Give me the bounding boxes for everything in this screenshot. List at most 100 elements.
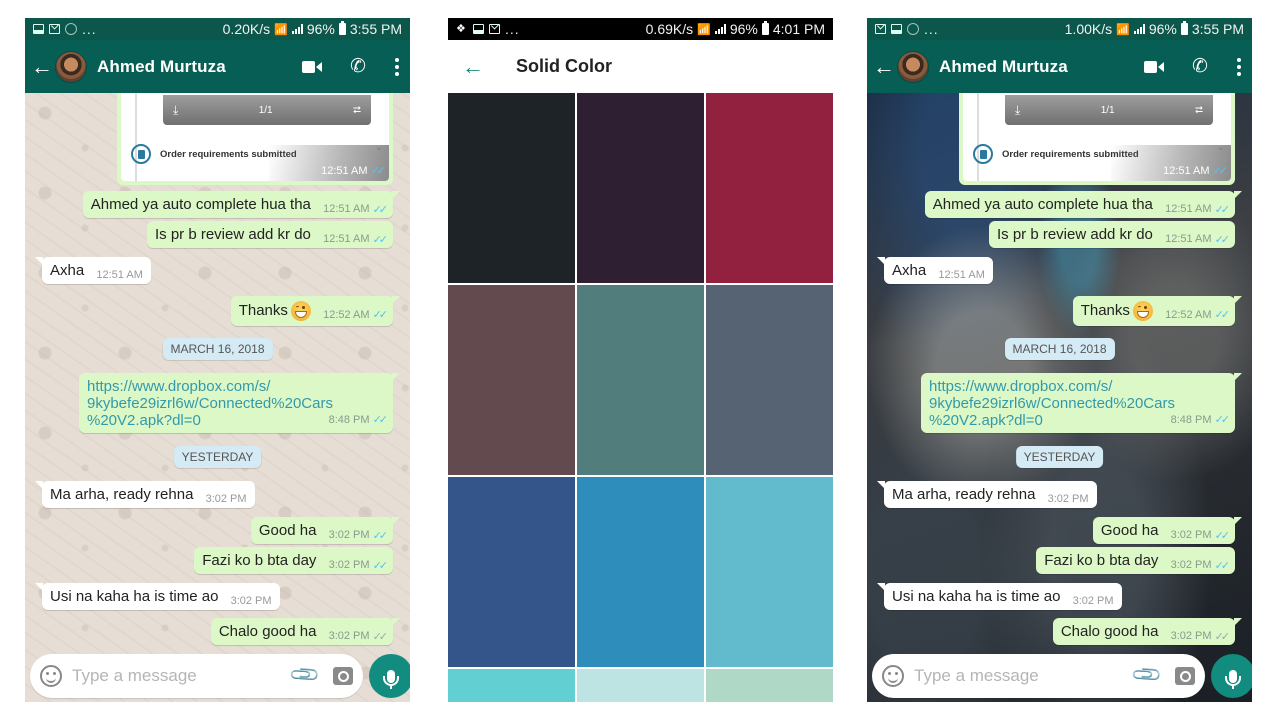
- grinning-face-emoji-icon: [1132, 301, 1153, 321]
- message-bubble-incoming[interactable]: Axha 12:51 AM: [35, 257, 151, 284]
- signal-icon: [291, 24, 303, 34]
- emoji-icon[interactable]: [882, 665, 904, 687]
- chat-screen-default-wallpaper: ... 0.20K/s 📶 96% 3:55 PM ← Ahmed Murtuz…: [25, 18, 410, 702]
- document-message[interactable]: ⤓ 1/1 ⮂ Order requirements submitted ⌄ 1…: [959, 93, 1235, 185]
- mail-icon: [875, 24, 886, 34]
- message-text: Fazi ko b bta day: [202, 552, 317, 569]
- wifi-icon: 📶: [697, 23, 711, 36]
- message-text: Chalo good ha: [1060, 623, 1159, 640]
- color-swatch[interactable]: [706, 669, 833, 702]
- share-icon[interactable]: ⮂: [1195, 105, 1203, 116]
- message-text: Ahmed ya auto complete hua tha: [90, 196, 311, 213]
- message-text: Axha: [892, 262, 927, 279]
- page-indicator: 1/1: [258, 104, 273, 116]
- read-ticks-icon: ✓✓: [372, 559, 389, 572]
- voice-call-icon[interactable]: ✆: [1190, 56, 1210, 77]
- contact-avatar[interactable]: [55, 50, 87, 83]
- message-time: 8:48 PM: [1170, 414, 1212, 426]
- contact-avatar[interactable]: [897, 50, 929, 83]
- color-swatch[interactable]: [706, 477, 833, 667]
- attachment-icon[interactable]: 📎: [288, 658, 321, 691]
- color-swatch[interactable]: [577, 477, 704, 667]
- color-swatch[interactable]: [706, 285, 833, 475]
- color-swatch[interactable]: [448, 285, 575, 475]
- document-message[interactable]: ⤓ 1/1 ⮂ Order requirements submitted ⌄ 1…: [117, 93, 393, 185]
- message-time: 3:02 PM: [1170, 529, 1212, 541]
- dropbox-icon: ❖: [456, 23, 466, 35]
- chat-bubble-icon: [65, 23, 77, 35]
- message-bubble-outgoing[interactable]: Is pr b review add kr do 12:51 AM ✓✓: [147, 221, 393, 248]
- battery-percent: 96%: [306, 21, 335, 37]
- signal-icon: [714, 24, 726, 34]
- app-bar: ← Solid Color: [448, 40, 833, 93]
- read-ticks-icon: ✓✓: [1214, 559, 1231, 572]
- attachment-icon[interactable]: 📎: [1130, 658, 1163, 691]
- share-icon[interactable]: ⮂: [353, 105, 361, 116]
- network-speed: 0.69K/s: [645, 21, 694, 37]
- image-icon: [473, 24, 484, 34]
- emoji-icon[interactable]: [40, 665, 62, 687]
- message-bubble-outgoing[interactable]: https://www.dropbox.com/s/ 9kybefe29izrl…: [921, 373, 1242, 433]
- message-time: 12:51 AM: [323, 203, 370, 215]
- message-bubble-outgoing[interactable]: Good ha 3:02 PM ✓✓: [250, 517, 401, 544]
- back-arrow-icon[interactable]: ←: [873, 54, 895, 80]
- date-separator: YESTERDAY: [1015, 446, 1104, 468]
- camera-icon[interactable]: [333, 667, 353, 685]
- camera-icon[interactable]: [1175, 667, 1195, 685]
- message-bubble-outgoing[interactable]: Fazi ko b bta day 3:02 PM ✓✓: [1036, 547, 1235, 574]
- message-bubble-outgoing[interactable]: Chalo good ha 3:02 PM ✓✓: [210, 618, 401, 645]
- message-bubble-incoming[interactable]: Usi na kaha ha is time ao 3:02 PM: [877, 583, 1122, 610]
- video-call-icon[interactable]: [1144, 60, 1164, 74]
- color-swatch[interactable]: [706, 93, 833, 283]
- voice-record-button[interactable]: [1211, 654, 1252, 698]
- message-input[interactable]: [914, 666, 1135, 686]
- contact-name[interactable]: Ahmed Murtuza: [97, 57, 302, 77]
- network-speed: 0.20K/s: [222, 21, 271, 37]
- message-time: 12:51 AM: [321, 164, 368, 177]
- message-bubble-outgoing[interactable]: Fazi ko b bta day 3:02 PM ✓✓: [194, 547, 393, 574]
- color-swatch[interactable]: [448, 477, 575, 667]
- color-swatch[interactable]: [448, 93, 575, 283]
- message-time: 3:02 PM: [328, 630, 370, 642]
- message-time: 3:02 PM: [1072, 595, 1114, 607]
- more-options-icon[interactable]: [394, 57, 400, 76]
- read-ticks-icon: ✓✓: [372, 529, 389, 542]
- download-icon[interactable]: ⤓: [173, 103, 178, 118]
- color-swatch[interactable]: [577, 285, 704, 475]
- color-swatch[interactable]: [577, 669, 704, 702]
- message-bubble-outgoing[interactable]: Thanks 12:52 AM ✓✓: [1072, 296, 1243, 326]
- clipboard-icon: [131, 144, 151, 164]
- message-bubble-outgoing[interactable]: https://www.dropbox.com/s/ 9kybefe29izrl…: [79, 373, 400, 433]
- message-bubble-incoming[interactable]: Usi na kaha ha is time ao 3:02 PM: [35, 583, 280, 610]
- message-input[interactable]: [72, 666, 293, 686]
- message-composer: 📎: [30, 654, 410, 698]
- message-bubble-outgoing[interactable]: Ahmed ya auto complete hua tha 12:51 AM ✓…: [82, 191, 401, 218]
- battery-percent: 96%: [729, 21, 758, 37]
- message-time: 3:02 PM: [205, 493, 247, 505]
- chat-area: ⤓ 1/1 ⮂ Order requirements submitted ⌄ 1…: [867, 93, 1252, 702]
- message-bubble-outgoing[interactable]: Chalo good ha 3:02 PM ✓✓: [1052, 618, 1243, 645]
- read-ticks-icon: ✓✓: [1214, 414, 1231, 426]
- message-bubble-outgoing[interactable]: Ahmed ya auto complete hua tha 12:51 AM ✓…: [924, 191, 1243, 218]
- message-bubble-incoming[interactable]: Axha 12:51 AM: [877, 257, 993, 284]
- chat-header: ← Ahmed Murtuza ✆: [25, 40, 410, 93]
- download-icon[interactable]: ⤓: [1015, 103, 1020, 118]
- message-time: 12:51 AM: [1163, 164, 1210, 177]
- message-bubble-outgoing[interactable]: Good ha 3:02 PM ✓✓: [1092, 517, 1243, 544]
- read-ticks-icon: ✓✓: [1214, 233, 1231, 246]
- color-swatch[interactable]: [448, 669, 575, 702]
- message-text: Fazi ko b bta day: [1044, 552, 1159, 569]
- back-arrow-icon[interactable]: ←: [462, 54, 488, 80]
- color-swatch[interactable]: [577, 93, 704, 283]
- voice-call-icon[interactable]: ✆: [348, 56, 368, 77]
- message-bubble-incoming[interactable]: Ma arha, ready rehna 3:02 PM: [35, 481, 255, 508]
- video-call-icon[interactable]: [302, 60, 322, 74]
- voice-record-button[interactable]: [369, 654, 410, 698]
- message-bubble-incoming[interactable]: Ma arha, ready rehna 3:02 PM: [877, 481, 1097, 508]
- message-bubble-outgoing[interactable]: Is pr b review add kr do 12:51 AM ✓✓: [989, 221, 1235, 248]
- more-options-icon[interactable]: [1236, 57, 1242, 76]
- message-bubble-outgoing[interactable]: Thanks 12:52 AM ✓✓: [230, 296, 401, 326]
- back-arrow-icon[interactable]: ←: [31, 54, 53, 80]
- message-time: 8:48 PM: [328, 414, 370, 426]
- contact-name[interactable]: Ahmed Murtuza: [939, 57, 1144, 77]
